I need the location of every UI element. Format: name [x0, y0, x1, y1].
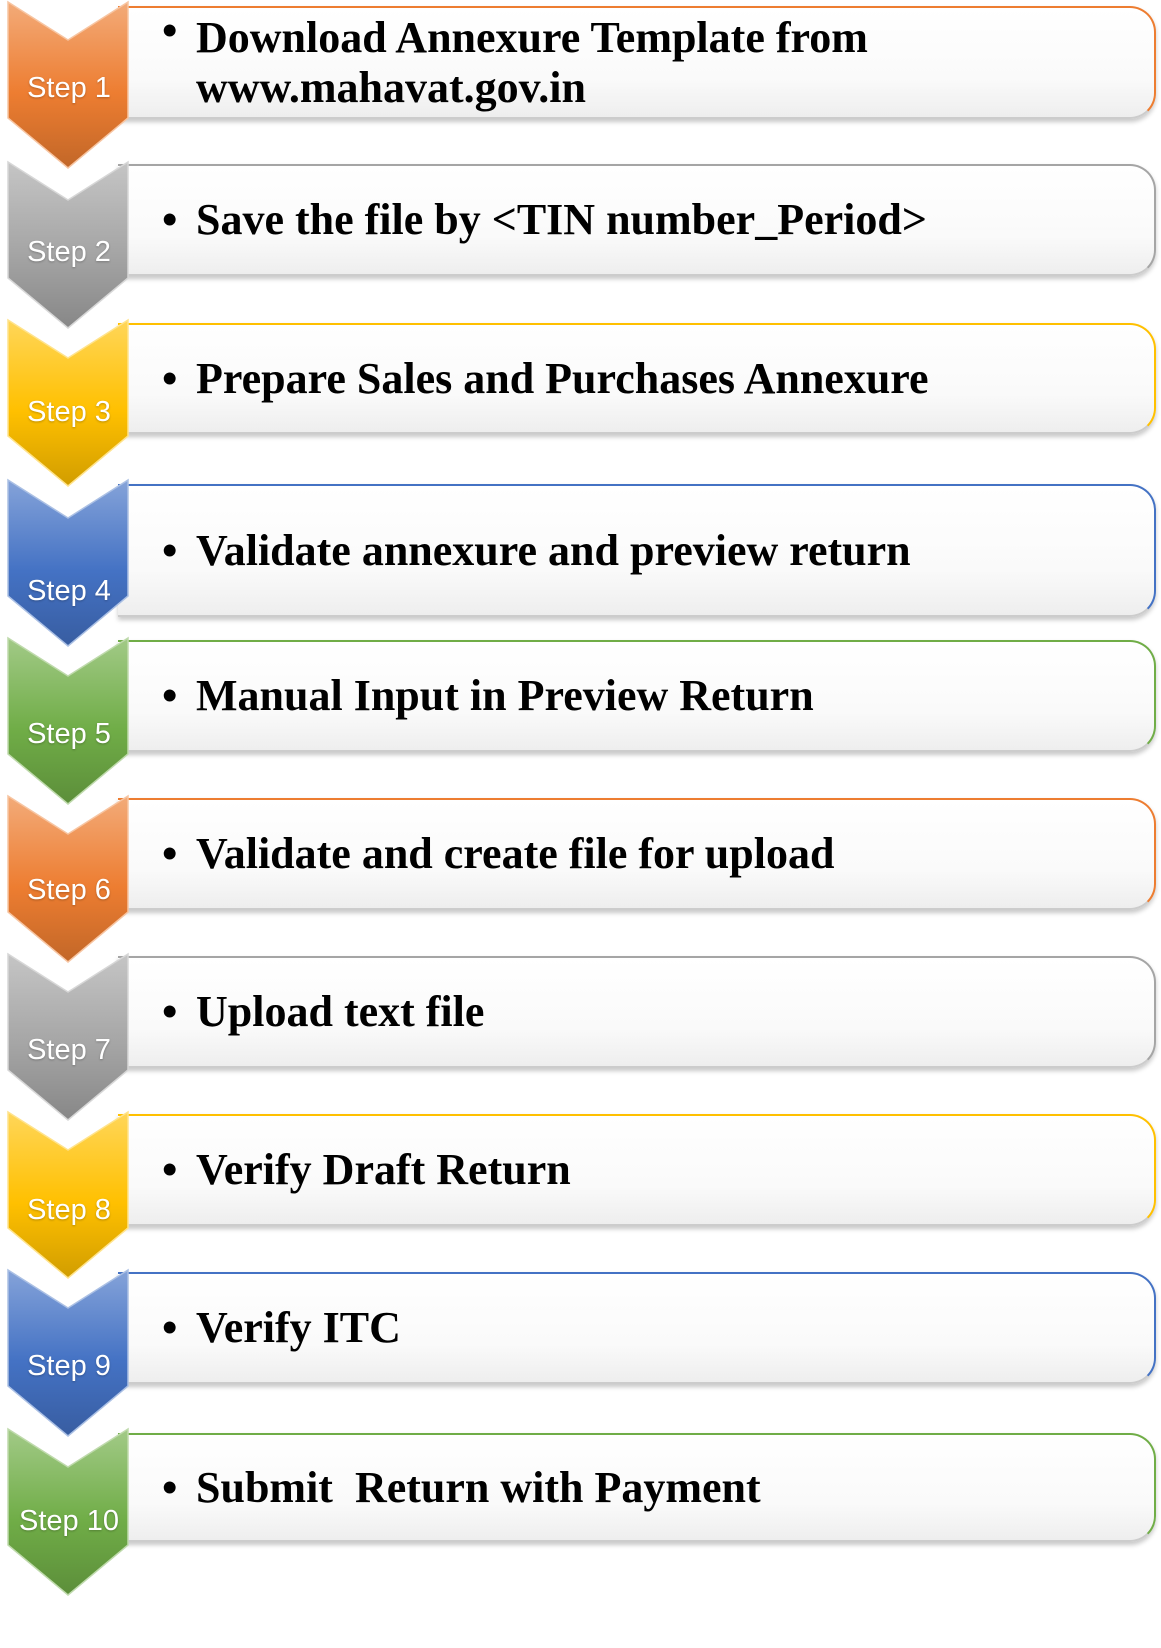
step-lines: Save the file by <TIN number_Period>	[196, 195, 927, 245]
step-description: • Save the file by <TIN number_Period>	[162, 164, 1121, 276]
step-1: • Download Annexure Template from www.maha…	[0, 0, 1161, 169]
step-line: Prepare Sales and Purchases Annexure	[196, 353, 929, 403]
step-line: Save the file by <TIN number_Period>	[196, 195, 927, 244]
bullet-icon: •	[162, 829, 178, 878]
step-line: Verify ITC	[196, 1303, 401, 1352]
step-description: • Submit Return with Payment	[162, 1433, 1121, 1542]
step-line: Submit Return with Payment	[196, 1462, 761, 1512]
step-description: • Verify Draft Return	[162, 1114, 1121, 1226]
step-label: Step 10	[19, 1505, 119, 1537]
step-2: • Save the file by <TIN number_Period> Ste…	[0, 160, 1161, 329]
step-lines: Submit Return with Payment	[196, 1463, 761, 1513]
step-lines: Manual Input in Preview Return	[196, 671, 814, 721]
step-line: Manual Input in Preview Return	[196, 671, 814, 720]
step-description: • Verify ITC	[162, 1272, 1121, 1384]
chevron-shape	[7, 478, 129, 647]
step-label: Step 9	[27, 1350, 111, 1382]
step-label: Step 1	[27, 72, 111, 104]
step-6: • Validate and create file for upload Step…	[0, 794, 1161, 963]
step-line: Download Annexure Template from	[196, 12, 868, 62]
step-line: Validate annexure and preview return	[196, 525, 911, 575]
step-lines: Upload text file	[196, 987, 484, 1037]
step-line: Verify Draft Return	[196, 1145, 571, 1194]
bullet-icon: •	[162, 6, 178, 55]
step-lines: Prepare Sales and Purchases Annexure	[196, 354, 929, 404]
bullet-icon: •	[162, 195, 178, 244]
step-label: Step 5	[27, 718, 111, 750]
step-line: Upload text file	[196, 987, 485, 1036]
bullet-icon: •	[162, 671, 178, 720]
bullet-icon: •	[162, 987, 178, 1036]
step-9: • Verify ITC Step 9	[0, 1268, 1161, 1437]
step-3: • Prepare Sales and Purchases Annexure Ste…	[0, 318, 1161, 487]
step-lines: Download Annexure Template from www.mahav…	[196, 13, 868, 113]
step-5: • Manual Input in Preview Return Step 5	[0, 636, 1161, 805]
step-label: Step 4	[27, 575, 111, 607]
process-flow-diagram: • Download Annexure Template from www.maha…	[0, 0, 1161, 1648]
bullet-icon: •	[162, 525, 178, 575]
step-lines: Validate and create file for upload	[196, 829, 834, 879]
step-description: • Prepare Sales and Purchases Annexure	[162, 323, 1121, 434]
bullet-icon: •	[162, 353, 178, 403]
step-description: • Download Annexure Template from www.maha…	[162, 6, 1121, 119]
bullet-icon: •	[162, 1462, 178, 1512]
step-description: • Upload text file	[162, 956, 1121, 1068]
step-description: • Manual Input in Preview Return	[162, 640, 1121, 752]
step-label: Step 7	[27, 1034, 111, 1066]
step-line: www.mahavat.gov.in	[196, 62, 586, 112]
step-lines: Verify ITC	[196, 1303, 401, 1353]
step-description: • Validate and create file for upload	[162, 798, 1121, 910]
step-4: • Validate annexure and preview return Ste…	[0, 478, 1161, 647]
step-7: • Upload text file Step 7	[0, 952, 1161, 1121]
step-10: • Submit Return with Payment Step 10	[0, 1427, 1161, 1596]
step-description: • Validate annexure and preview return	[162, 484, 1121, 617]
step-label: Step 2	[27, 236, 111, 268]
step-lines: Verify Draft Return	[196, 1145, 571, 1195]
bullet-icon: •	[162, 1145, 178, 1194]
step-line: Validate and create file for upload	[196, 829, 835, 878]
step-label: Step 3	[27, 396, 111, 428]
step-lines: Validate annexure and preview return	[196, 526, 911, 576]
step-label: Step 8	[27, 1194, 111, 1226]
bullet-icon: •	[162, 1303, 178, 1352]
step-label: Step 6	[27, 874, 111, 906]
step-8: • Verify Draft Return Step 8	[0, 1110, 1161, 1279]
